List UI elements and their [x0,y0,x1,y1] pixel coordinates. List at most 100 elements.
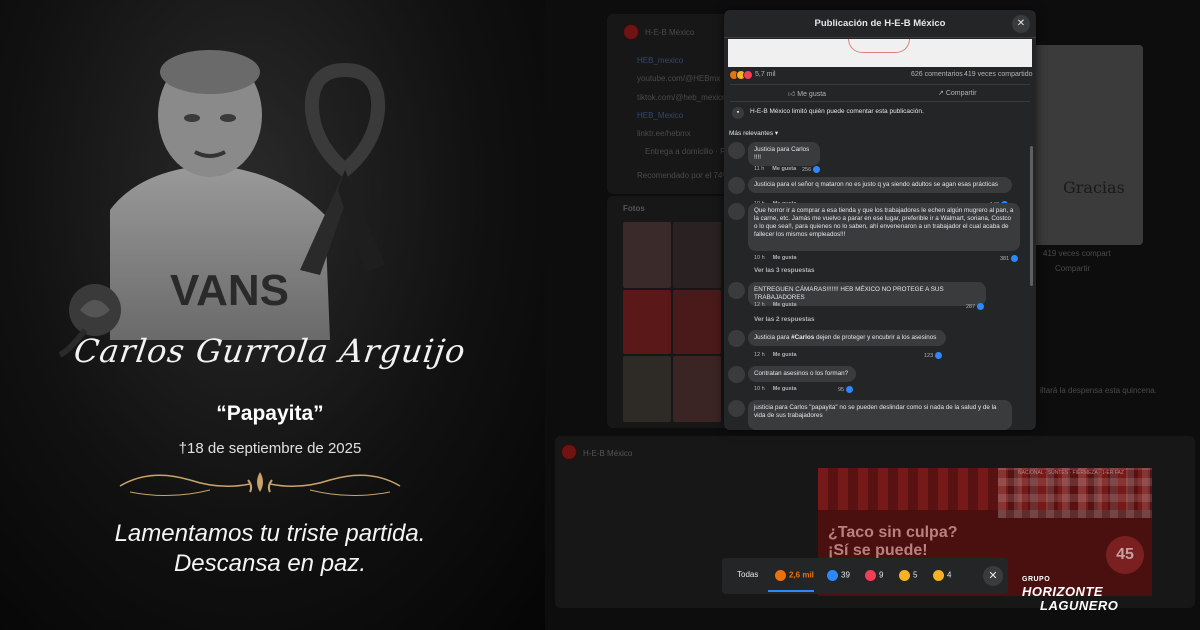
photo-thumb[interactable] [623,222,671,288]
post-image-scribble [848,39,910,53]
view-replies-link[interactable]: Ver las 2 respuestas [754,316,815,323]
like-reaction-icon [1011,255,1019,262]
sort-dropdown[interactable]: Más relevantes ▾ [729,129,778,137]
comment-time: 12 h [754,302,765,308]
comment-like-count: 95 [838,386,854,393]
brand-logo-top: GRUPO [1022,576,1051,583]
brand-logo-line2: LAGUNERO [1040,598,1119,613]
comment-time: 12 h [754,352,765,358]
like-reaction-icon [813,166,821,173]
gracias-text: Gracias [1063,178,1125,197]
close-icon[interactable]: ✕ [983,566,1003,586]
intro-link-4[interactable]: HEB_Mexico [637,111,683,120]
haha-reaction-icon [933,570,944,581]
comment-limit-notice: H-E-B México limitó quién puede comentar… [750,108,924,115]
comment-like-button[interactable]: Me gusta [773,386,797,392]
sort-label: Más relevantes [729,130,774,137]
chevron-down-icon: ▾ [774,130,779,137]
comment-time: 11 h [754,166,765,172]
page-intro-card [607,14,733,194]
comment-like-count: 256 [802,166,821,173]
photo-thumb[interactable] [673,222,721,288]
photo-thumb[interactable] [673,290,721,354]
like-reaction-icon [846,386,854,393]
share-icon: ↗ [938,90,946,97]
shares-count[interactable]: 419 veces compartido [964,71,1032,78]
comment-like-count: 287 [966,303,985,310]
ad-price-badge: 45 [1106,536,1144,574]
ad-headline-1: ¿Taco sin culpa? [828,524,958,541]
intro-link-3[interactable]: tiktok.com/@heb_mexico [637,93,727,102]
comment-like-button[interactable]: Me gusta [773,302,797,308]
tab-all-reactions[interactable]: Todas [737,570,758,579]
modal-scrollbar[interactable] [1030,146,1033,286]
photo-thumb[interactable] [623,290,671,354]
deceased-name: Carlos Gurrola Arguijo [71,332,469,370]
avatar[interactable] [728,203,745,220]
bg-post-snippet: iltará la despensa esta quincena. [1040,386,1157,395]
comment-item: Justicia para Carlos !!!! 11 h Me gusta 2… [728,142,1018,176]
comment-text: Justicia para Carlos !!!! [748,142,820,166]
sad-reaction-icon [899,570,910,581]
modal-title: Publicación de H-E-B México [814,18,946,29]
comment-text: Justicia para #Carlos dejen de proteger … [748,330,946,346]
tab-love-reactions[interactable]: 9 [865,570,883,581]
avatar[interactable] [728,177,745,194]
view-replies-link[interactable]: Ver las 3 respuestas [754,267,815,274]
like-reaction-icon [935,352,943,359]
comment-meta: 10 h Me gusta [754,255,797,261]
tab-angry-reactions[interactable]: 2,6 mil [775,570,814,581]
reactions-total[interactable]: 5,7 mil [755,71,776,78]
death-date: †18 de septiembre de 2025 [178,440,362,457]
like-reaction-icon [977,303,985,310]
ornament-divider-icon [119,472,401,497]
like-button[interactable]: 👍︎ Me gusta [788,89,826,98]
photo-thumb[interactable] [623,356,671,422]
reactions-filter-bar: Todas 2,6 mil 39 9 5 4 ✕ [722,558,1008,594]
tab-haha-reactions[interactable]: 4 [933,570,951,581]
comment-meta: 10 h Me gusta [754,386,797,392]
page-name: H-E-B México [645,28,695,37]
ad-banner-text: NACIONAL · SUNTES · FIERMEZA · 1-ER FAZ [1018,470,1124,476]
intro-link-5[interactable]: linktr.ee/hebmx [637,129,691,138]
photo-thumb[interactable] [673,356,721,422]
like-reaction-icon [827,570,838,581]
comment-text: Justicia para el señor q mataron no es j… [748,177,1012,193]
comment-item: Justicia para #Carlos dejen de proteger … [728,330,1018,364]
comment-like-count: 381 [1000,255,1019,262]
condolence-line-1: Lamentamos tu triste partida. [114,520,426,547]
hashtag-link[interactable]: #Carlos [791,334,814,341]
avatar[interactable] [728,366,745,383]
condolence-line-2: Descansa en paz. [173,550,367,577]
post-author[interactable]: H-E-B México [583,449,632,458]
comment-like-button[interactable]: Me gusta [773,255,797,261]
intro-link-1[interactable]: HEB_mexico [637,56,683,65]
post-stats-row: 5,7 mil 626 comentarios 419 veces compar… [724,70,1036,84]
modal-header: Publicación de H-E-B México ✕ [724,10,1036,38]
tab-like-reactions[interactable]: 39 [827,570,850,581]
comment-text: justicia para Carlos "papayita" no se pu… [748,400,1012,430]
close-icon[interactable]: ✕ [1012,15,1030,33]
avatar[interactable] [728,400,745,417]
photos-label: Fotos [623,204,645,213]
comments-count[interactable]: 626 comentarios [911,71,963,78]
comment-meta: 12 h Me gusta [754,302,797,308]
comment-time: 10 h [754,255,765,261]
share-label: Compartir [945,90,977,97]
comment-time: 10 h [754,386,765,392]
post-actions: 👍︎ Me gusta ↗ Compartir [730,84,1030,102]
comment-like-button[interactable]: Me gusta [773,352,797,358]
comment-like-button[interactable]: Me gusta [772,166,796,172]
tab-sad-reactions[interactable]: 5 [899,570,917,581]
share-button[interactable]: ↗ Compartir [938,89,977,97]
comment-item: Que horror ir a comprar a esa tienda y q… [728,203,1028,283]
avatar[interactable] [728,282,745,299]
thumbs-up-icon: 👍︎ [788,91,798,98]
bg-share-button[interactable]: Compartir [1055,264,1090,273]
intro-link-2[interactable]: youtube.com/@HEBmx [637,74,720,83]
comment-text: Que horror ir a comprar a esa tienda y q… [748,203,1020,251]
avatar[interactable] [728,142,745,159]
heb-logo-icon [561,444,577,460]
avatar[interactable] [728,330,745,347]
comment-meta: 12 h Me gusta [754,352,797,358]
